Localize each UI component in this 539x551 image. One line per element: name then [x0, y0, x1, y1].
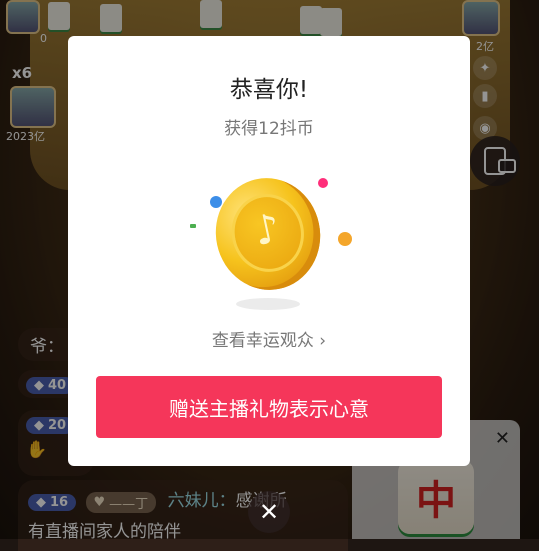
coin-shadow	[236, 298, 300, 310]
lucky-link-label: 查看幸运观众	[211, 331, 314, 351]
close-dialog-button[interactable]: ✕	[248, 491, 290, 533]
confetti-dot	[210, 196, 222, 208]
reward-amount-text: 获得12抖币	[224, 119, 314, 139]
tiktok-coin-icon: ♪	[205, 168, 331, 300]
confetti-dot	[338, 232, 352, 246]
tiktok-logo-icon: ♪	[249, 204, 285, 256]
send-gift-button[interactable]: 赠送主播礼物表示心意	[96, 376, 442, 438]
close-icon: ✕	[258, 498, 280, 526]
dialog-title: 恭喜你!	[229, 77, 309, 103]
coin-illustration: ♪	[178, 166, 358, 316]
view-lucky-audience-link[interactable]: 查看幸运观众 ›	[68, 326, 470, 351]
confetti-dot	[318, 178, 328, 188]
chevron-right-icon: ›	[319, 331, 327, 351]
confetti-dot	[190, 224, 196, 228]
reward-dialog: 恭喜你! 获得12抖币 ♪ 查看幸运观众 › 赠送主播礼物表示心意	[68, 36, 470, 466]
